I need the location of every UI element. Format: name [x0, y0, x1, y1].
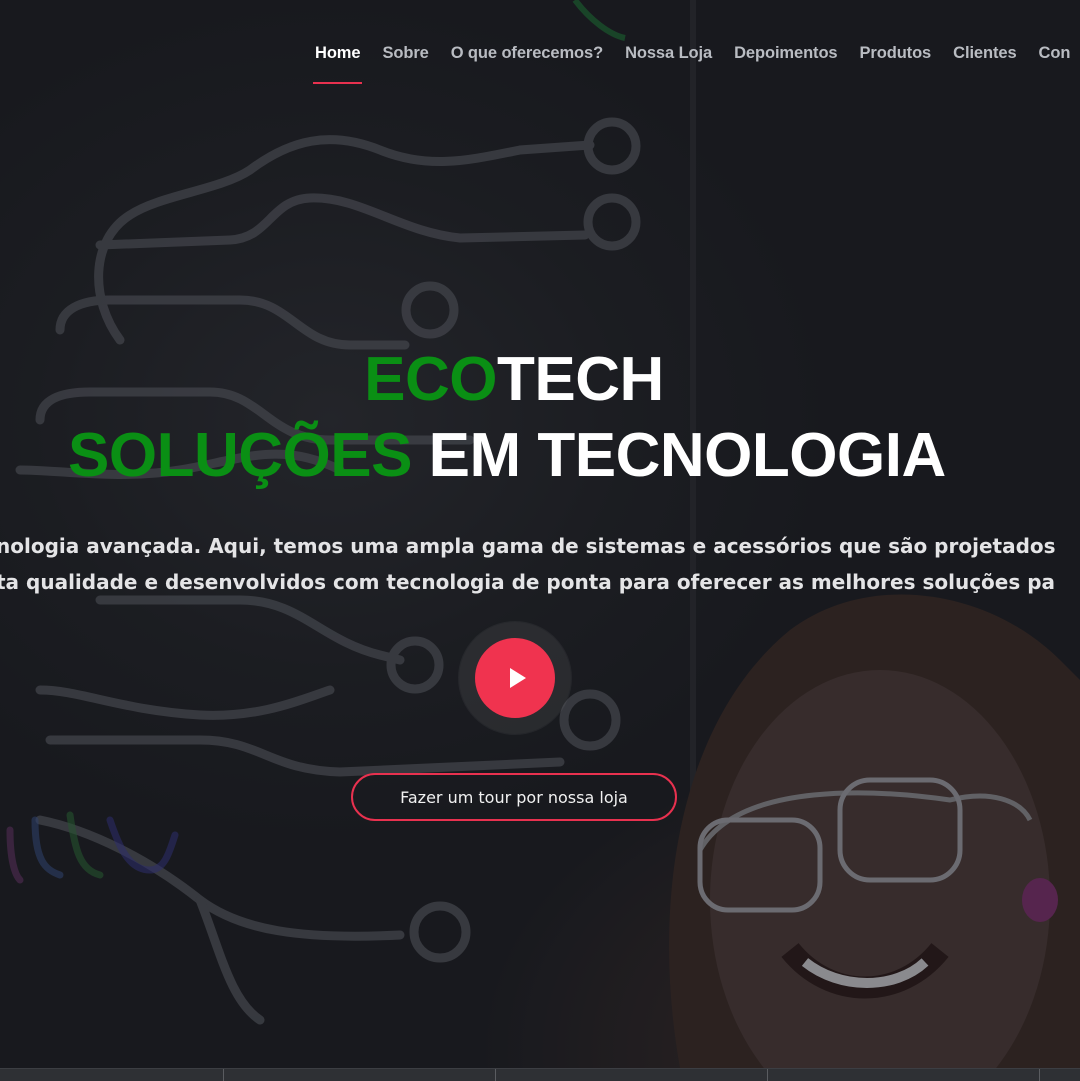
divider	[495, 1069, 496, 1081]
title-eco: ECO	[364, 345, 498, 414]
nav-item-o-que-oferecemos[interactable]: O que oferecemos?	[440, 38, 614, 88]
store-tour-button[interactable]: Fazer um tour por nossa loja	[351, 773, 677, 821]
play-video-button[interactable]	[475, 638, 555, 718]
nav-item-contato[interactable]: Con	[1028, 38, 1080, 88]
nav-item-home[interactable]: Home	[304, 38, 371, 88]
hero-title-line1: ECOTECH	[0, 344, 1028, 415]
hero-title-line2: SOLUÇÕES EM TECNOLOGIA	[14, 420, 1080, 491]
nav-item-produtos[interactable]: Produtos	[849, 38, 943, 88]
description-line-1: nologia avançada. Aqui, temos uma ampla …	[0, 534, 1056, 558]
nav-item-depoimentos[interactable]: Depoimentos	[723, 38, 848, 88]
title-em-tecnologia: EM TECNOLOGIA	[428, 421, 947, 490]
nav-item-nossa-loja[interactable]: Nossa Loja	[614, 38, 723, 88]
top-navigation: Home Sobre O que oferecemos? Nossa Loja …	[304, 38, 1080, 88]
description-line-2: ta qualidade e desenvolvidos com tecnolo…	[0, 570, 1056, 594]
hero-section: Home Sobre O que oferecemos? Nossa Loja …	[0, 0, 1080, 1068]
title-tech: TECH	[497, 345, 664, 414]
divider	[1039, 1069, 1040, 1081]
title-solucoes: SOLUÇÕES	[68, 421, 412, 490]
nav-item-clientes[interactable]: Clientes	[942, 38, 1027, 88]
divider	[767, 1069, 768, 1081]
bottom-strip	[0, 1068, 1080, 1081]
play-icon	[509, 668, 526, 688]
divider	[223, 1069, 224, 1081]
nav-item-sobre[interactable]: Sobre	[371, 38, 439, 88]
hero-description: nologia avançada. Aqui, temos uma ampla …	[0, 528, 1080, 600]
